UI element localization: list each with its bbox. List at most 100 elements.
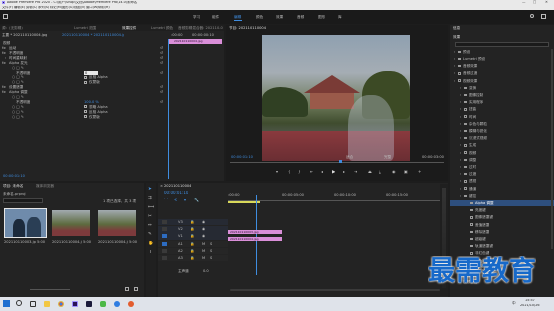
ec-row[interactable]: ○ □ ✎ 忽略 Alpha <box>0 105 166 109</box>
effects-tree-item[interactable]: 亮度键 <box>450 207 554 213</box>
menu-graphics[interactable]: 图形(G) <box>62 6 74 10</box>
shape-tools-icon[interactable]: ○ □ ✎ <box>12 115 24 119</box>
effects-tree-item[interactable]: 轨道遮罩键 <box>450 243 554 249</box>
project-search-input[interactable] <box>3 198 43 203</box>
timeline-clip-v2[interactable]: 202110110003.jpg <box>228 230 282 234</box>
expand-arrow-icon[interactable]: › <box>5 56 6 60</box>
marker-icon[interactable]: ▾ <box>276 170 278 175</box>
track-target-toggle[interactable] <box>162 241 167 246</box>
master-clip-label[interactable]: 主要 * 202110110004.jpg <box>2 33 47 37</box>
track-eye-icon[interactable]: ◉ <box>202 227 205 231</box>
tree-chevron-icon[interactable]: › <box>460 158 461 162</box>
effects-tree-item[interactable]: › 通道 <box>450 186 554 192</box>
fit-dropdown[interactable]: 适合 <box>346 155 353 159</box>
effects-tree-item[interactable]: › 实用程序 <box>450 99 554 105</box>
slip-tool-icon[interactable]: ↔ <box>148 223 152 228</box>
media-encoder-icon[interactable] <box>86 301 92 307</box>
shape-tools-icon[interactable]: ○ □ ✎ <box>12 110 24 114</box>
step-back-icon[interactable]: ◂ <box>321 170 323 175</box>
ec-checkbox[interactable] <box>84 80 87 84</box>
search-icon[interactable] <box>530 14 534 18</box>
tab-lumetri-color[interactable]: Lumetri 颜色 <box>151 26 173 30</box>
tab-effect-controls[interactable]: 效果控件 <box>122 26 136 30</box>
ec-row[interactable]: ○ □ ✎ 反相 Alpha <box>0 110 166 114</box>
effects-tree-item[interactable]: 图像遮罩键 <box>450 215 554 221</box>
browser-icon[interactable] <box>114 301 120 307</box>
track-header[interactable]: V2 🔒 ◉ <box>158 226 228 233</box>
taskbar-search-icon[interactable] <box>16 300 22 306</box>
tree-chevron-icon[interactable]: › <box>460 122 461 126</box>
track-header[interactable]: V3 🔒 ◉ <box>158 219 228 226</box>
track-lock-icon[interactable]: 🔒 <box>190 234 194 238</box>
out-point-icon[interactable]: } <box>298 170 301 175</box>
track-eye-icon[interactable]: ◉ <box>202 234 205 238</box>
ec-row[interactable]: 不透明度 0 ↺ <box>0 70 166 75</box>
type-tool-icon[interactable]: T <box>149 250 152 255</box>
snap-icon[interactable]: ⌒ <box>164 198 168 203</box>
reset-icon[interactable]: ↺ <box>160 100 163 104</box>
tab-lumetri-scopes[interactable]: Lumetri 范围 <box>74 26 96 30</box>
effects-tree-item[interactable]: › 过时 <box>450 164 554 170</box>
effects-tree-item[interactable]: › 沉浸式视频 <box>450 135 554 141</box>
tree-chevron-icon[interactable]: › <box>454 57 455 61</box>
effects-tree-item[interactable]: › 视频 <box>450 150 554 156</box>
shape-tools-icon[interactable]: ○ □ ✎ <box>12 95 24 99</box>
program-playhead-marker[interactable] <box>339 160 342 163</box>
timeline-playhead[interactable] <box>256 195 257 275</box>
ec-row[interactable]: ○ □ ✎ 仅蒙版 <box>0 80 166 84</box>
effects-tree-item[interactable]: 差值遮罩 <box>450 222 554 228</box>
home-icon[interactable] <box>3 14 8 19</box>
ec-row[interactable]: fx › 运动 ↺ <box>0 46 166 50</box>
go-to-in-icon[interactable]: ⇤ <box>310 170 313 175</box>
track-solo-icon[interactable]: S <box>210 242 212 246</box>
wechat-icon[interactable] <box>100 301 106 307</box>
app-icon-extra[interactable] <box>128 301 134 307</box>
effects-tree-item[interactable]: › 透视 <box>450 179 554 185</box>
program-timecode[interactable]: 00:00:01:10 <box>231 155 253 159</box>
ec-row[interactable]: fx › Alpha 发光 ↺ <box>0 61 166 65</box>
expand-arrow-icon[interactable]: › <box>5 61 6 65</box>
ec-checkbox[interactable] <box>84 110 87 114</box>
track-lock-icon[interactable]: 🔒 <box>190 227 194 231</box>
workspace-effects[interactable]: 效果 <box>276 15 283 19</box>
effects-tree-item[interactable]: › 扭曲 <box>450 107 554 113</box>
tab-source[interactable]: 源：(无剪辑) <box>2 26 72 30</box>
pen-tool-icon[interactable]: ✎ <box>148 232 152 237</box>
tree-chevron-icon[interactable]: › <box>460 93 461 97</box>
track-header[interactable]: V1 🔒 ◉ <box>158 233 228 240</box>
reset-icon[interactable]: ↺ <box>160 61 163 65</box>
menu-file[interactable]: 文件(F) <box>2 6 13 10</box>
timeline-tab-close[interactable]: × <box>160 184 163 188</box>
timeline-clip-v1[interactable]: 202110110004.jpg <box>228 237 282 241</box>
track-target-toggle[interactable] <box>162 220 167 224</box>
program-monitor-title[interactable]: 节目: 202110110004 <box>229 26 266 30</box>
workspace-learn[interactable]: 学习 <box>193 15 200 19</box>
reset-icon[interactable]: ↺ <box>160 56 163 60</box>
expand-arrow-icon[interactable]: › <box>5 51 6 55</box>
shape-tools-icon[interactable]: ○ □ ✎ <box>12 105 24 109</box>
trash-icon[interactable] <box>134 287 138 291</box>
track-lock-icon[interactable]: 🔒 <box>190 242 194 246</box>
tree-chevron-icon[interactable]: › <box>460 86 461 90</box>
go-to-out-icon[interactable]: ⇥ <box>354 170 357 175</box>
track-eye-icon[interactable]: ◉ <box>202 220 205 224</box>
add-button-icon[interactable]: + <box>418 170 421 175</box>
step-forward-icon[interactable]: ▸ <box>343 170 345 175</box>
tree-chevron-icon[interactable]: › <box>460 187 461 191</box>
add-marker-icon[interactable]: ▾ <box>184 198 186 203</box>
tab-media-browser[interactable]: 媒体浏览器 <box>36 184 54 188</box>
tab-audio-mixer[interactable]: 音频剪辑混合器: 202110-004 <box>178 26 223 30</box>
tree-chevron-icon[interactable]: › <box>460 151 461 155</box>
tree-chevron-icon[interactable]: › <box>460 115 461 119</box>
reset-icon[interactable]: ↺ <box>160 90 163 94</box>
ec-row[interactable]: fx › 不透明度 ↺ <box>0 51 166 55</box>
tab-info[interactable]: 信息 <box>453 26 460 30</box>
tree-chevron-icon[interactable]: › <box>460 165 461 169</box>
tree-chevron-icon[interactable]: › <box>460 100 461 104</box>
tree-chevron-icon[interactable]: › <box>454 79 455 83</box>
export-icon[interactable] <box>541 14 546 19</box>
ec-row[interactable]: ○ □ ✎ <box>0 66 166 70</box>
start-icon[interactable] <box>3 300 10 307</box>
effects-tree-item[interactable]: › 变换 <box>450 85 554 91</box>
ec-playhead[interactable] <box>168 39 169 179</box>
